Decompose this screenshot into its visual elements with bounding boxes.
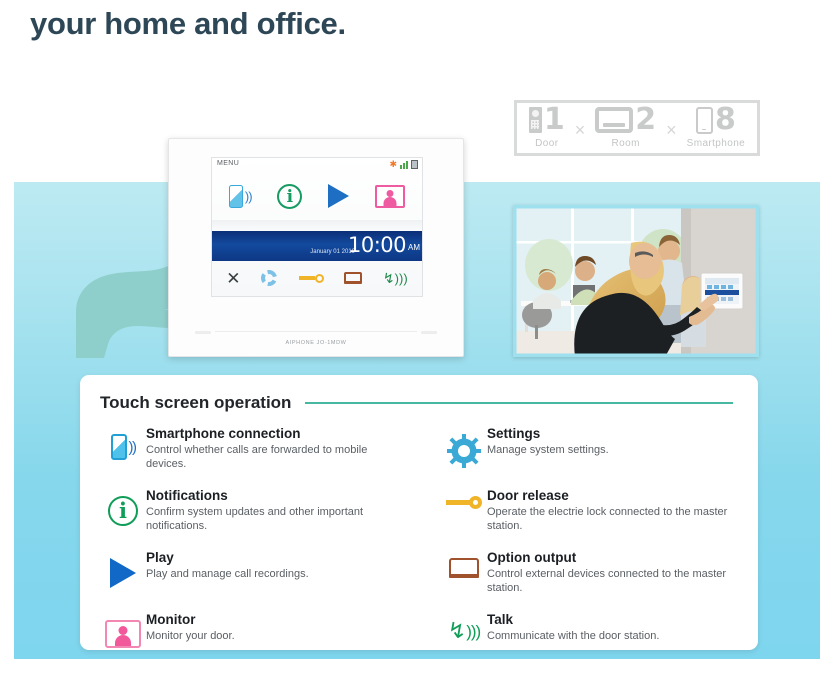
capacity-badge: 1 Door × 2 Room × 8 Smartphone — [514, 100, 760, 156]
room-monitor-icon — [595, 107, 634, 133]
screen-close-icon[interactable]: ✕ — [226, 270, 240, 287]
feature-option-output: Option output Control external devices c… — [441, 549, 742, 597]
door-station-icon — [528, 107, 542, 133]
page-headline: your home and office. — [30, 6, 346, 41]
smartphone-connection-icon: )) — [110, 434, 137, 460]
feature-title: Play — [146, 550, 174, 565]
screen-menu-label: MENU — [217, 160, 240, 167]
feature-icon-slot — [441, 549, 487, 597]
screen-bottom-icon-row: ✕ ↯))) — [212, 261, 422, 293]
door-release-key-icon — [446, 496, 482, 509]
feature-icon-slot — [441, 425, 487, 473]
feature-settings: Settings Manage system settings. — [441, 425, 742, 473]
card-title: Touch screen operation — [100, 393, 292, 412]
feature-column-right: Settings Manage system settings. Door re… — [421, 425, 742, 673]
feature-door-release: Door release Operate the electrie lock c… — [441, 487, 742, 535]
asterisk-icon: ✱ — [389, 159, 397, 169]
feature-description: Operate the electrie lock connected to t… — [487, 506, 728, 532]
touch-screen-operation-card: Touch screen operation )) Smartphone con… — [80, 375, 758, 650]
screen-monitor-icon[interactable] — [375, 184, 406, 208]
screen-time: 10:00 — [347, 233, 407, 257]
talk-icon: ↯))) — [447, 618, 481, 643]
capacity-item-room: 2 Room — [592, 105, 659, 151]
screen-notifications-icon[interactable]: i — [277, 183, 303, 209]
device-speaker-grill-left — [195, 331, 211, 334]
feature-column-left: )) Smartphone connection Control whether… — [100, 425, 421, 673]
feature-talk: ↯))) Talk Communicate with the door stat… — [441, 611, 742, 659]
entrance-monitor-device: MENU ✱ )) i January 01 2019 10:00 AM ✕ ↯… — [168, 138, 464, 357]
screen-play-icon[interactable] — [328, 184, 350, 208]
card-title-row: Touch screen operation — [100, 393, 733, 413]
screen-settings-gear-icon[interactable] — [261, 270, 278, 286]
feature-description: Play and manage call recordings. — [146, 568, 309, 580]
signal-bars-icon — [400, 160, 408, 169]
feature-icon-slot — [441, 487, 487, 535]
smartphone-icon — [695, 106, 713, 134]
feature-title: Door release — [487, 488, 569, 503]
capacity-item-door: 1 Door — [526, 105, 568, 151]
feature-description: Monitor your door. — [146, 630, 235, 642]
feature-description: Control external devices connected to th… — [487, 568, 727, 594]
feature-title: Settings — [487, 426, 541, 441]
play-icon — [110, 558, 136, 588]
feature-title: Smartphone connection — [146, 426, 301, 441]
feature-title: Option output — [487, 550, 577, 565]
screen-door-release-key-icon[interactable] — [298, 273, 324, 283]
screen-ampm: AM — [408, 243, 420, 252]
capacity-door-count: 1 — [543, 102, 565, 137]
feature-description: Control whether calls are forwarded to m… — [146, 444, 368, 470]
feature-play: Play Play and manage call recordings. — [100, 549, 421, 597]
device-speaker-grill-right — [421, 331, 437, 334]
screen-icon-reflection — [212, 220, 422, 231]
monitor-icon — [105, 620, 141, 648]
feature-description: Manage system settings. — [487, 444, 609, 456]
office-photo — [513, 205, 759, 357]
capacity-door-label: Door — [535, 138, 559, 149]
feature-icon-slot: ↯))) — [441, 611, 487, 659]
feature-description: Confirm system updates and other importa… — [146, 506, 364, 532]
screen-option-output-icon[interactable] — [344, 272, 363, 284]
screen-time-bar: January 01 2019 10:00 AM — [212, 231, 422, 261]
screen-talk-icon[interactable]: ↯))) — [383, 271, 408, 285]
capacity-room-count: 2 — [635, 102, 657, 137]
device-brand-label: AIPHONE JO-1MDW — [285, 340, 347, 346]
feature-icon-slot: )) — [100, 425, 146, 473]
feature-title: Notifications — [146, 488, 228, 503]
feature-icon-slot — [100, 611, 146, 659]
screen-main-icon-row: )) i — [212, 172, 422, 220]
multiply-icon-1: × — [574, 120, 586, 140]
feature-description: Communicate with the door station. — [487, 630, 660, 642]
feature-monitor: Monitor Monitor your door. — [100, 611, 421, 659]
card-title-rule — [305, 402, 733, 404]
screen-status-bar: MENU ✱ — [212, 158, 422, 172]
feature-icon-slot: i — [100, 487, 146, 535]
option-output-icon — [449, 558, 479, 578]
office-photo-illustration — [513, 205, 759, 357]
capacity-smartphone-label: Smartphone — [686, 138, 746, 149]
feature-notifications: i Notifications Confirm system updates a… — [100, 487, 421, 535]
capacity-item-smartphone: 8 Smartphone — [684, 105, 748, 151]
sd-card-icon — [411, 160, 418, 169]
capacity-room-label: Room — [611, 138, 640, 149]
device-touch-screen[interactable]: MENU ✱ )) i January 01 2019 10:00 AM ✕ ↯… — [211, 157, 423, 297]
notifications-info-icon: i — [108, 496, 138, 526]
feature-columns: )) Smartphone connection Control whether… — [100, 425, 742, 673]
feature-icon-slot — [100, 549, 146, 597]
settings-gear-icon — [447, 434, 481, 468]
capacity-smartphone-count: 8 — [714, 102, 736, 137]
screen-status-icons: ✱ — [389, 160, 418, 169]
feature-title: Talk — [487, 612, 514, 627]
screen-smartphone-connection-icon[interactable]: )) — [228, 184, 253, 208]
multiply-icon-2: × — [666, 120, 677, 140]
device-divider — [215, 331, 417, 332]
feature-title: Monitor — [146, 612, 196, 627]
feature-smartphone-connection: )) Smartphone connection Control whether… — [100, 425, 421, 473]
